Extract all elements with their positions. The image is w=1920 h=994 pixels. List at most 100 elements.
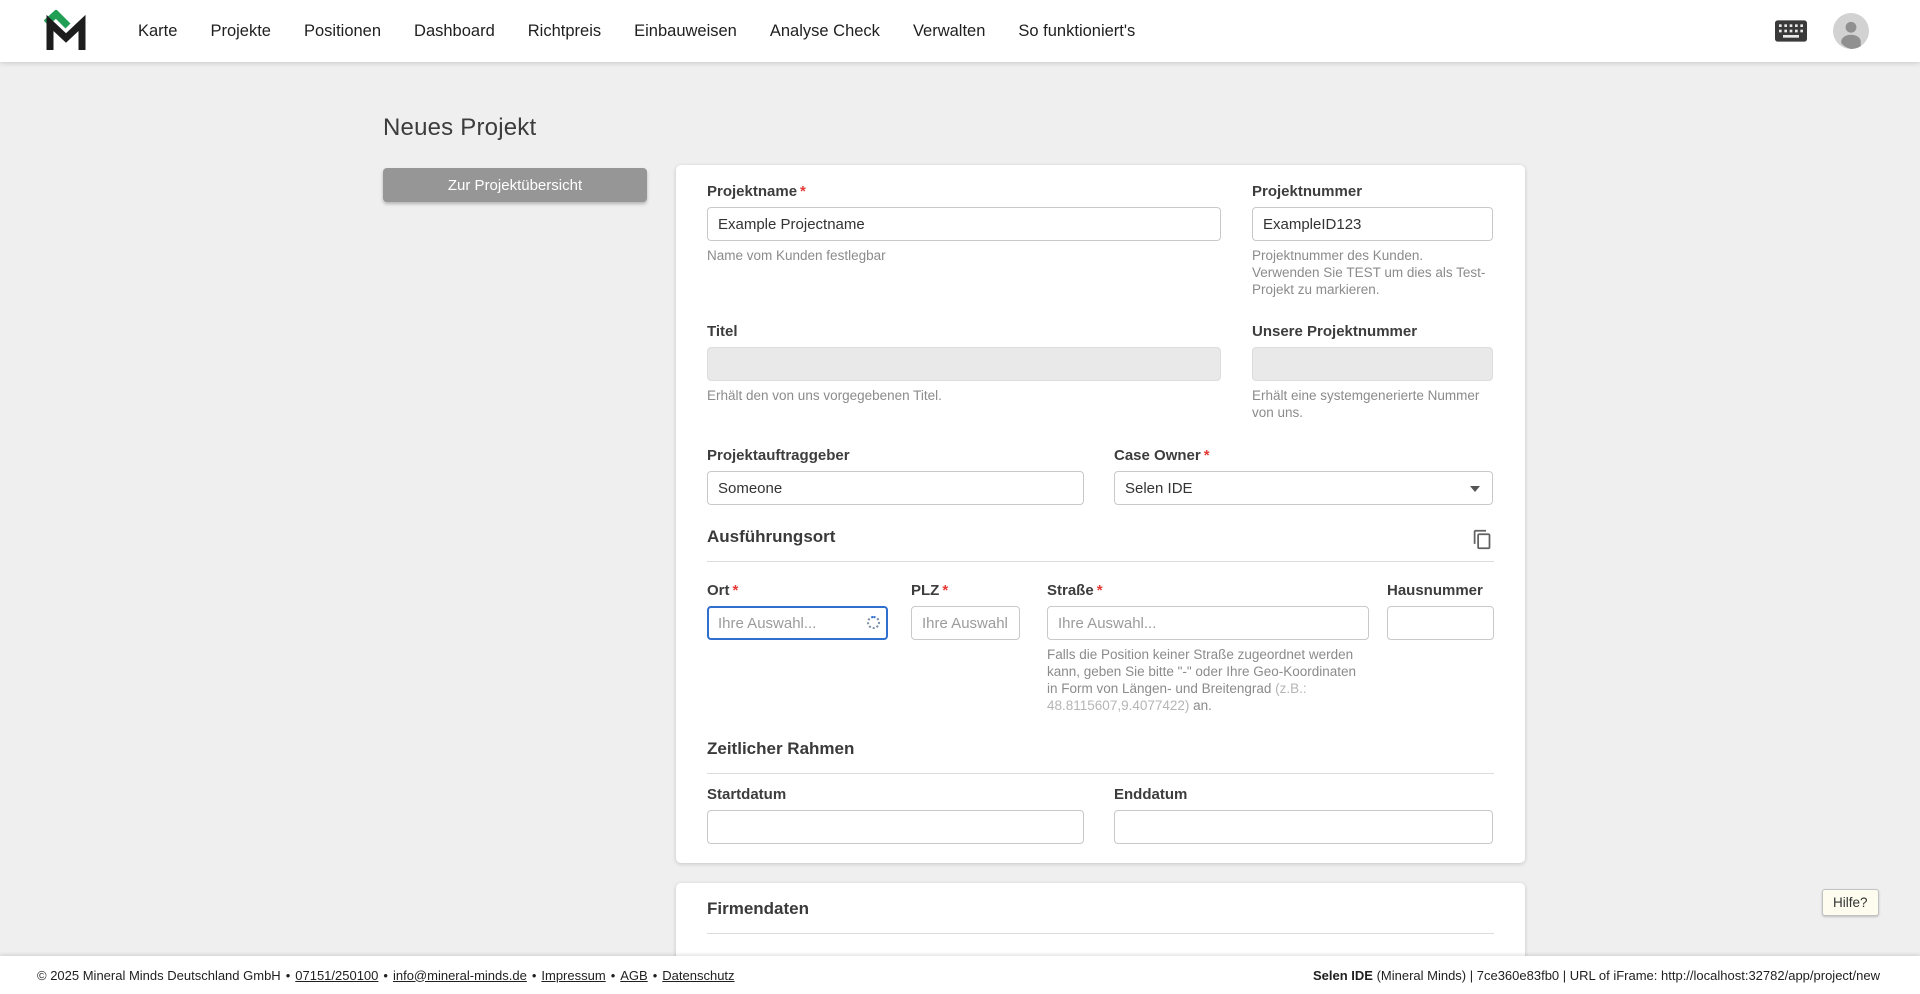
footer-link-phone[interactable]: 07151/250100: [295, 968, 378, 983]
field-ort: Ort *: [707, 582, 888, 640]
footer-link-impressum[interactable]: Impressum: [541, 968, 605, 983]
footer-link-datenschutz[interactable]: Datenschutz: [662, 968, 734, 983]
ort-input-wrap: [707, 606, 888, 640]
plz-label-text: PLZ: [911, 582, 940, 599]
nav-item-projekte[interactable]: Projekte: [210, 22, 271, 41]
strasse-helper: Falls die Position keiner Straße zugeord…: [1047, 647, 1369, 715]
strasse-helper-text: Falls die Position keiner Straße zugeord…: [1047, 647, 1357, 696]
field-titel: Titel Erhält den von uns vorgegebenen Ti…: [707, 323, 1221, 405]
startdatum-input[interactable]: [707, 810, 1084, 844]
footer-separator: •: [383, 967, 388, 983]
enddatum-input[interactable]: [1114, 810, 1493, 844]
footer: © 2025 Mineral Minds Deutschland GmbH • …: [0, 956, 1920, 994]
required-asterisk: *: [732, 582, 739, 599]
keyboard-icon[interactable]: [1775, 20, 1807, 42]
projektname-input[interactable]: [707, 207, 1221, 241]
chevron-down-icon: [1470, 486, 1480, 492]
projektauftraggeber-input[interactable]: [707, 471, 1084, 505]
nav-item-so-funktionierts[interactable]: So funktioniert's: [1018, 22, 1135, 41]
divider: [707, 773, 1494, 774]
enddatum-label-text: Enddatum: [1114, 786, 1188, 803]
mineral-minds-logo[interactable]: [44, 10, 88, 52]
firmendaten-heading: Firmendaten: [707, 899, 810, 918]
startdatum-label: Startdatum: [707, 786, 1084, 804]
top-nav: Karte Projekte Positionen Dashboard Rich…: [0, 0, 1920, 62]
field-projektname: Projektname* Name vom Kunden festlegbar: [707, 183, 1221, 265]
projektname-helper: Name vom Kunden festlegbar: [707, 248, 886, 263]
ort-label-text: Ort: [707, 582, 730, 599]
unsere-projektnummer-helper: Erhält eine systemgenerierte Nummer von …: [1252, 388, 1480, 420]
help-button[interactable]: Hilfe?: [1822, 889, 1879, 916]
footer-left: © 2025 Mineral Minds Deutschland GmbH • …: [37, 968, 735, 983]
project-overview-button[interactable]: Zur Projektübersicht: [383, 168, 647, 202]
copy-icon[interactable]: [1472, 529, 1493, 555]
projektnummer-input[interactable]: [1252, 207, 1493, 241]
field-projektnummer: Projektnummer Projektnummer des Kunden. …: [1252, 183, 1493, 299]
titel-label-text: Titel: [707, 323, 738, 340]
hausnummer-input[interactable]: [1387, 606, 1494, 640]
ort-input[interactable]: [707, 606, 888, 640]
divider: [707, 933, 1494, 934]
section-ausfuehrungsort: Ausführungsort: [707, 527, 1494, 562]
section-zeitlicher-rahmen: Zeitlicher Rahmen: [707, 739, 1494, 774]
company-data-card: Firmendaten: [676, 883, 1525, 956]
case-owner-label: Case Owner *: [1114, 447, 1493, 465]
projektname-label-text: Projektname: [707, 183, 798, 200]
projektnummer-helper: Projektnummer des Kunden. Verwenden Sie …: [1252, 248, 1486, 297]
ausfuehrungsort-heading: Ausführungsort: [707, 527, 836, 546]
main-content: Neues Projekt Zur Projektübersicht Proje…: [0, 62, 1920, 956]
session-details: (Mineral Minds) | 7ce360e83fb0 | URL of …: [1372, 967, 1880, 983]
main-nav: Karte Projekte Positionen Dashboard Rich…: [138, 22, 1135, 41]
projektnummer-label-text: Projektnummer: [1252, 183, 1363, 200]
nav-item-dashboard[interactable]: Dashboard: [414, 22, 495, 41]
footer-link-email[interactable]: info@mineral-minds.de: [393, 968, 527, 983]
strasse-helper-suffix: an.: [1189, 697, 1212, 713]
section-firmendaten: Firmendaten: [707, 899, 1494, 934]
session-user: Selen IDE: [1312, 967, 1373, 983]
zeitlicher-rahmen-heading: Zeitlicher Rahmen: [707, 739, 855, 758]
case-owner-value: Selen IDE: [1125, 479, 1193, 497]
required-asterisk: *: [800, 183, 806, 200]
titel-helper: Erhält den von uns vorgegebenen Titel.: [707, 388, 942, 403]
field-projektauftraggeber: Projektauftraggeber: [707, 447, 1084, 505]
titel-label: Titel: [707, 323, 1221, 341]
required-asterisk: *: [1096, 582, 1103, 599]
required-asterisk: *: [1203, 447, 1210, 464]
field-strasse: Straße* Falls die Position keiner Straße…: [1047, 582, 1369, 715]
case-owner-select[interactable]: Selen IDE: [1114, 471, 1493, 505]
nav-item-karte[interactable]: Karte: [138, 22, 177, 41]
case-owner-label-text: Case Owner: [1114, 447, 1201, 464]
hausnummer-label-text: Hausnummer: [1387, 582, 1483, 599]
nav-item-richtpreis[interactable]: Richtpreis: [528, 22, 601, 41]
strasse-label: Straße *: [1047, 582, 1369, 600]
field-enddatum: Enddatum: [1114, 786, 1493, 844]
page-title: Neues Projekt: [383, 114, 537, 141]
nav-item-einbauweisen[interactable]: Einbauweisen: [634, 22, 737, 41]
hausnummer-label: Hausnummer: [1387, 582, 1494, 600]
unsere-projektnummer-label: Unsere Projektnummer: [1252, 323, 1493, 341]
footer-separator: •: [531, 967, 537, 983]
required-asterisk: *: [942, 582, 949, 599]
footer-link-agb[interactable]: AGB: [620, 968, 647, 983]
footer-separator: •: [610, 967, 616, 983]
nav-item-verwalten[interactable]: Verwalten: [913, 22, 985, 41]
enddatum-label: Enddatum: [1114, 786, 1493, 804]
field-case-owner: Case Owner * Selen IDE: [1114, 447, 1493, 505]
plz-label: PLZ *: [911, 582, 1020, 600]
strasse-input[interactable]: [1047, 606, 1369, 640]
app-root: Karte Projekte Positionen Dashboard Rich…: [0, 0, 1920, 994]
mineral-minds-logo-icon: [44, 10, 86, 50]
field-unsere-projektnummer: Unsere Projektnummer Erhält eine systemg…: [1252, 323, 1493, 422]
unsere-projektnummer-input: [1252, 347, 1493, 381]
plz-input[interactable]: [911, 606, 1020, 640]
user-avatar-icon[interactable]: [1833, 13, 1869, 49]
session-info: Selen IDE (Mineral Minds) | 7ce360e83fb0…: [1313, 968, 1880, 983]
projektnummer-label: Projektnummer: [1252, 183, 1493, 201]
ort-label: Ort *: [707, 582, 888, 600]
projektauftraggeber-label: Projektauftraggeber: [707, 447, 1084, 465]
nav-item-positionen[interactable]: Positionen: [304, 22, 381, 41]
titel-input: [707, 347, 1221, 381]
nav-item-analyse-check[interactable]: Analyse Check: [770, 22, 880, 41]
header-icons: [1775, 0, 1869, 62]
footer-separator: •: [652, 967, 658, 983]
